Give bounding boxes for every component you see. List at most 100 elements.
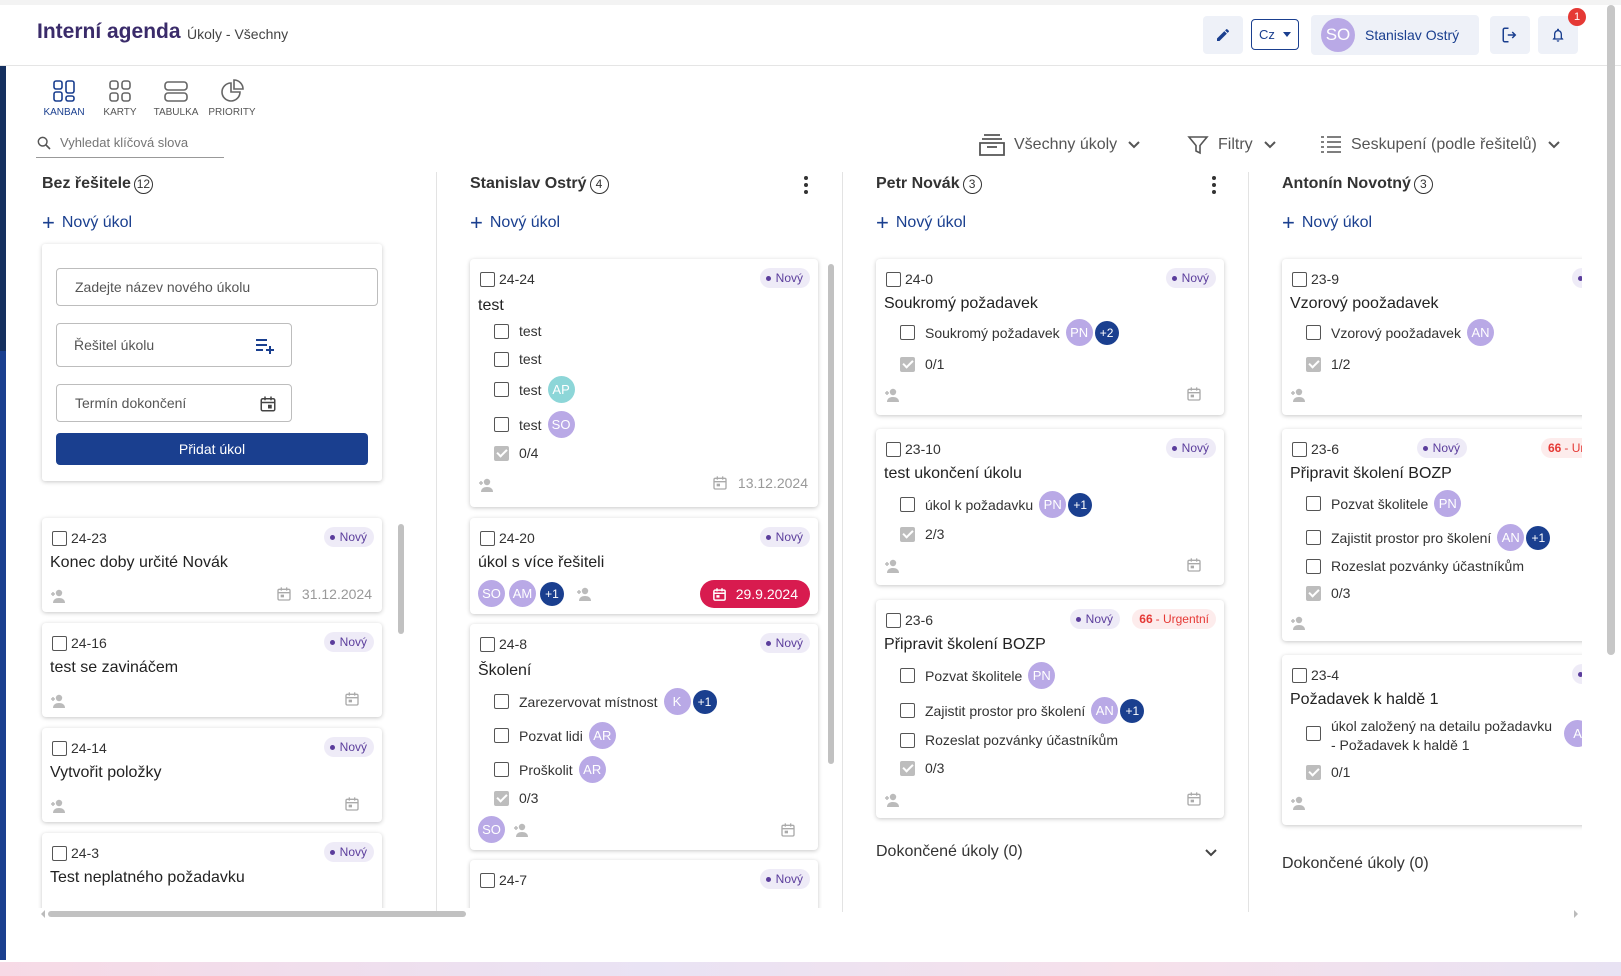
card-checkbox[interactable]: [1292, 271, 1307, 287]
logout-button[interactable]: [1490, 16, 1530, 54]
task-card[interactable]: 24-24 Nový test test test test AP test SO …: [470, 259, 818, 507]
subtask[interactable]: úkol založený na detailu požadavku - Pož…: [1306, 717, 1582, 755]
calendar-icon[interactable]: [1186, 557, 1202, 573]
add-person-icon[interactable]: [884, 388, 902, 402]
column-scrollbar[interactable]: [398, 524, 404, 634]
new-task-button[interactable]: + Nový úkol: [1282, 202, 1582, 244]
task-card[interactable]: 24-0 Nový Soukromý požadavek Soukromý po…: [876, 259, 1224, 415]
card-checkbox[interactable]: [480, 530, 495, 546]
card-checkbox[interactable]: [886, 271, 901, 287]
subtask-checkbox[interactable]: [1306, 558, 1321, 574]
task-card[interactable]: 24-7 Nový: [470, 860, 818, 908]
subtask[interactable]: test: [494, 323, 542, 339]
new-task-button[interactable]: + Nový úkol: [42, 202, 402, 244]
edit-button[interactable]: [1203, 16, 1243, 54]
calendar-icon[interactable]: [1186, 791, 1202, 807]
subtask[interactable]: úkol k požadavku PN +1: [900, 491, 1093, 518]
column-menu-icon[interactable]: [1212, 176, 1216, 194]
subtask-checkbox[interactable]: [494, 382, 509, 397]
add-person-icon[interactable]: [576, 587, 594, 601]
view-table[interactable]: TABULKA: [148, 78, 204, 118]
task-card[interactable]: 23-10 Nový test ukončení úkolu úkol k po…: [876, 429, 1224, 585]
card-checkbox[interactable]: [886, 612, 901, 628]
add-person-icon[interactable]: [50, 589, 68, 603]
card-checkbox[interactable]: [480, 271, 495, 287]
card-checkbox[interactable]: [480, 872, 495, 888]
task-card[interactable]: 23-6 Nový 66- Urgentní Připravit školení…: [876, 600, 1224, 818]
task-card[interactable]: 24-3 Nový Test neplatného požadavku: [42, 833, 382, 908]
card-deadline[interactable]: [344, 796, 370, 812]
column-scrollbar[interactable]: [828, 264, 834, 764]
subtask-checkbox[interactable]: [494, 694, 509, 709]
subtask-checkbox[interactable]: [1306, 325, 1321, 340]
card-checkbox[interactable]: [1292, 441, 1307, 457]
subtask-checkbox[interactable]: [494, 323, 509, 339]
subtask-checkbox[interactable]: [900, 732, 915, 748]
calendar-icon[interactable]: [1186, 386, 1202, 402]
board-horizontal-scrollbar[interactable]: [48, 911, 466, 917]
subtask[interactable]: Pozvat školitele PN: [900, 662, 1056, 689]
column-menu-icon[interactable]: [804, 176, 808, 194]
task-card[interactable]: 24-23 Nový Konec doby určité Novák 31.12…: [42, 518, 382, 612]
add-person-icon[interactable]: [50, 799, 68, 813]
task-card[interactable]: 23-6 Nový 66- Ur Připravit školení BOZP …: [1282, 429, 1582, 641]
new-task-button[interactable]: + Nový úkol: [470, 202, 822, 244]
view-cards[interactable]: KARTY: [92, 78, 148, 118]
subtask-checkbox[interactable]: [1306, 530, 1321, 545]
subtask-checkbox[interactable]: [900, 497, 915, 512]
task-card[interactable]: 23-4 Nový Požadavek k haldě 1 úkol založ…: [1282, 655, 1582, 825]
grouping-select[interactable]: Seskupení (podle řešitelů): [1319, 128, 1569, 162]
card-checkbox[interactable]: [480, 636, 495, 652]
completed-tasks-toggle[interactable]: Dokončené úkoly (0): [876, 843, 1224, 861]
subtask[interactable]: Zarezervovat místnost K +1: [494, 688, 717, 715]
add-person-icon[interactable]: [1290, 616, 1308, 630]
page-scrollbar[interactable]: [1607, 5, 1615, 655]
card-checkbox[interactable]: [52, 530, 67, 546]
subtask-checkbox[interactable]: [900, 325, 915, 340]
task-card[interactable]: 24-16 Nový test se zavináčem: [42, 623, 382, 717]
subtask-checkbox[interactable]: [1306, 496, 1321, 511]
scope-select[interactable]: Všechny úkoly: [978, 128, 1149, 162]
card-checkbox[interactable]: [52, 845, 67, 861]
new-task-button[interactable]: + Nový úkol: [876, 202, 1228, 244]
add-person-icon[interactable]: [884, 559, 902, 573]
language-select[interactable]: Cz: [1251, 19, 1299, 50]
subtask-checkbox[interactable]: [900, 703, 915, 718]
calendar-icon[interactable]: [780, 822, 796, 838]
card-deadline[interactable]: [344, 691, 370, 707]
subtask[interactable]: test SO: [494, 411, 575, 438]
card-checkbox[interactable]: [886, 441, 901, 457]
add-person-icon[interactable]: [884, 793, 902, 807]
scroll-right-icon[interactable]: [1572, 909, 1580, 919]
subtask[interactable]: Pozvat školitele PN: [1306, 490, 1462, 517]
subtask[interactable]: Proškolit AR: [494, 756, 606, 783]
task-card[interactable]: 24-20 Nový úkol s více řešiteli SO AM +1…: [470, 518, 818, 614]
view-kanban[interactable]: KANBAN: [36, 78, 92, 118]
search-input[interactable]: [60, 135, 210, 150]
add-person-icon[interactable]: [1290, 388, 1308, 402]
card-checkbox[interactable]: [52, 635, 67, 651]
subtask[interactable]: Rozeslat pozvánky účastníkům: [900, 732, 1118, 748]
task-card[interactable]: 24-14 Nový Vytvořit položky: [42, 728, 382, 822]
subtask-checkbox[interactable]: [1306, 726, 1321, 741]
view-priority[interactable]: PRIORITY: [204, 78, 260, 118]
add-task-button[interactable]: Přidat úkol: [56, 433, 368, 465]
subtask[interactable]: Vzorový poožadavek AN: [1306, 319, 1494, 346]
add-person-icon[interactable]: [478, 478, 496, 492]
subtask[interactable]: test AP: [494, 376, 575, 403]
subtask[interactable]: test: [494, 351, 542, 367]
add-person-icon[interactable]: [513, 823, 531, 837]
subtask[interactable]: Zajistit prostor pro školení AN +1: [1306, 524, 1551, 551]
subtask-checkbox[interactable]: [494, 728, 509, 743]
task-card[interactable]: 23-9 Nový Vzorový poožadavek Vzorový poo…: [1282, 259, 1582, 415]
subtask-checkbox[interactable]: [494, 351, 509, 367]
deadline-field[interactable]: Termín dokončení: [56, 384, 292, 422]
subtask-checkbox[interactable]: [900, 668, 915, 683]
assignee-field[interactable]: Řešitel úkolu: [56, 323, 292, 367]
user-menu[interactable]: SO Stanislav Ostrý: [1311, 15, 1479, 55]
overdue-deadline[interactable]: 29.9.2024: [699, 580, 810, 608]
add-person-icon[interactable]: [1290, 796, 1308, 810]
add-person-icon[interactable]: [50, 694, 68, 708]
task-card[interactable]: 24-8 Nový Školení Zarezervovat místnost K…: [470, 624, 818, 850]
subtask[interactable]: Pozvat lidi AR: [494, 722, 616, 749]
